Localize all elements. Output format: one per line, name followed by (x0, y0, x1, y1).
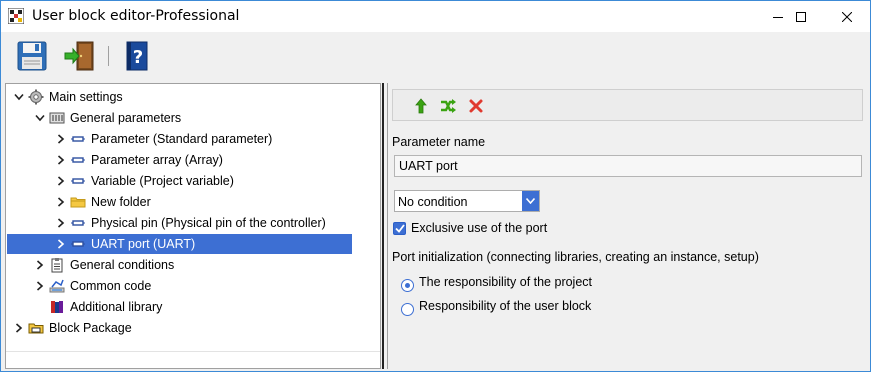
toolbar-separator (108, 46, 109, 66)
chevron-right-icon[interactable] (53, 171, 69, 191)
window-title: User block editor-Professional (32, 8, 240, 24)
folder-icon (70, 194, 86, 210)
tree-item[interactable]: Parameter array (Array) (53, 150, 223, 170)
parameter-name-label: Parameter name (392, 135, 486, 149)
exit-button[interactable] (63, 40, 95, 72)
parameters-icon (49, 110, 65, 126)
gear-icon (28, 89, 44, 105)
param-item-icon (70, 173, 86, 189)
arrow-up-icon (415, 98, 427, 114)
param-item-icon (70, 215, 86, 231)
app-icon[interactable] (7, 7, 25, 25)
maximize-button[interactable] (778, 1, 824, 32)
tree-item-label: General parameters (70, 111, 182, 125)
svg-text:?: ? (133, 47, 143, 68)
tree-item-label: Main settings (49, 90, 123, 104)
tree-item-label: Parameter (Standard parameter) (91, 132, 273, 146)
tree-item-label: General conditions (70, 258, 175, 272)
door-exit-icon (64, 41, 94, 71)
chevron-right-icon[interactable] (32, 255, 48, 275)
help-book-icon: ? (126, 41, 148, 71)
radio-user-block-label: Responsibility of the user block (419, 299, 592, 313)
tree-item-label: New folder (91, 195, 151, 209)
editor-toolbar (392, 89, 863, 121)
title-bar: User block editor-Professional (1, 1, 870, 32)
chevron-down-icon[interactable] (11, 87, 27, 107)
tree-item-label: Common code (70, 279, 152, 293)
radio-user-block-responsibility[interactable] (401, 303, 414, 316)
param-item-icon (70, 236, 86, 252)
chevron-right-icon[interactable] (53, 234, 69, 254)
editor-panel: Parameter name No condition Exclusive us… (387, 83, 868, 369)
tree-item[interactable]: Variable (Project variable) (53, 171, 234, 191)
tree-item-label: Parameter array (Array) (91, 153, 223, 167)
shuffle-icon (441, 99, 456, 113)
tree-item-label: Physical pin (Physical pin of the contro… (91, 216, 326, 230)
checkmark-icon (394, 224, 405, 233)
chevron-right-icon[interactable] (11, 318, 27, 338)
floppy-disk-icon (17, 41, 47, 71)
chevron-right-icon[interactable] (53, 129, 69, 149)
chevron-right-icon[interactable] (53, 192, 69, 212)
library-books-icon (49, 299, 65, 315)
panel-splitter[interactable] (382, 83, 384, 369)
package-icon (28, 320, 44, 336)
tree-item-label: Block Package (49, 321, 132, 335)
param-item-icon (70, 131, 86, 147)
radio-project-label: The responsibility of the project (419, 275, 593, 289)
port-init-label: Port initialization (connecting librarie… (392, 250, 759, 264)
tree-panel: Main settings General parameters Parameter… (5, 83, 381, 369)
chevron-right-icon[interactable] (32, 276, 48, 296)
tree-item-label: Variable (Project variable) (91, 174, 234, 188)
delete-button[interactable] (467, 97, 485, 115)
tree-horizontal-scrollbar[interactable] (6, 351, 380, 368)
help-button[interactable]: ? (121, 40, 153, 72)
tree-item[interactable]: Parameter (Standard parameter) (53, 129, 272, 149)
chevron-down-icon[interactable] (522, 191, 539, 211)
main-toolbar: ? (1, 32, 870, 80)
move-up-button[interactable] (412, 97, 430, 115)
tree-item[interactable]: Block Package (11, 318, 132, 338)
tree-item[interactable]: Main settings (11, 87, 123, 107)
chevron-right-icon[interactable] (53, 150, 69, 170)
exclusive-use-label: Exclusive use of the port (411, 221, 548, 235)
tree-item[interactable]: Common code (32, 276, 151, 296)
shuffle-button[interactable] (439, 97, 457, 115)
tree-item[interactable]: UART port (UART) (7, 234, 352, 254)
condition-select-value: No condition (398, 195, 468, 209)
red-x-icon (469, 99, 483, 113)
chevron-right-icon[interactable] (53, 213, 69, 233)
radio-project-responsibility[interactable] (401, 279, 414, 292)
close-icon (842, 11, 852, 22)
save-button[interactable] (16, 40, 48, 72)
tree-item[interactable]: Additional library (32, 297, 162, 317)
tree-item[interactable]: General parameters (32, 108, 181, 128)
chevron-down-icon[interactable] (32, 108, 48, 128)
tree-item[interactable]: New folder (53, 192, 151, 212)
tree-item-label: Additional library (70, 300, 163, 314)
condition-select[interactable]: No condition (394, 190, 540, 212)
exclusive-use-checkbox[interactable] (393, 222, 406, 235)
tree-item[interactable]: Physical pin (Physical pin of the contro… (53, 213, 326, 233)
clipboard-icon (49, 257, 65, 273)
expander-placeholder (32, 297, 48, 317)
radio-dot (405, 283, 410, 288)
param-item-icon (70, 152, 86, 168)
maximize-icon (796, 11, 806, 22)
code-icon (49, 278, 65, 294)
tree-item[interactable]: General conditions (32, 255, 174, 275)
main-window: User block editor-Professional ? Main se… (0, 0, 871, 372)
close-button[interactable] (824, 1, 870, 32)
tree-item-label: UART port (UART) (91, 237, 196, 251)
parameter-name-input[interactable] (394, 155, 862, 177)
